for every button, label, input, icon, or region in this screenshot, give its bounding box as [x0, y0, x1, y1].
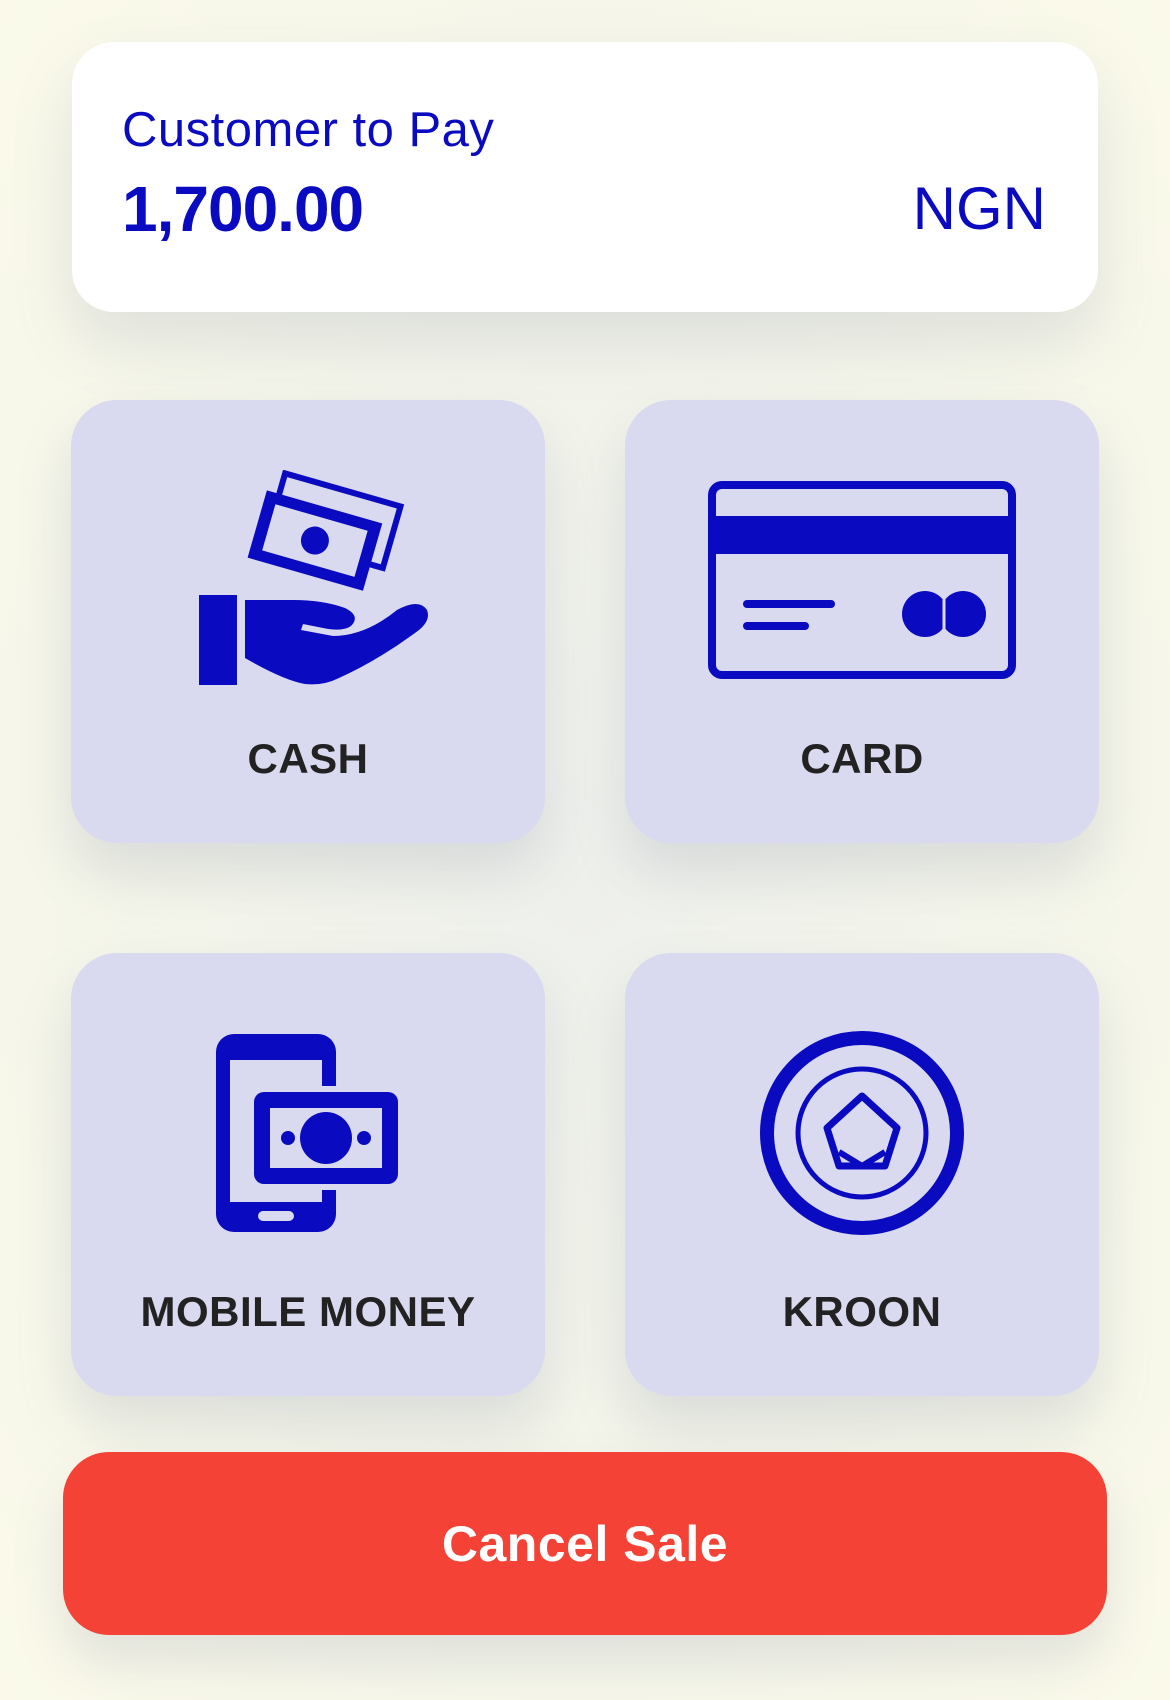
- amount-due-label: Customer to Pay: [122, 103, 495, 157]
- payment-method-card-label: CARD: [800, 735, 924, 782]
- payment-method-cash-label: CASH: [247, 735, 369, 782]
- cash-hand-icon: [71, 460, 545, 700]
- payment-method-kroon-label: KROON: [782, 1288, 942, 1335]
- amount-due-value: 1,700.00: [122, 173, 364, 245]
- mobile-money-icon: [71, 1013, 545, 1253]
- payment-method-cash[interactable]: CASH: [71, 400, 545, 843]
- cancel-sale-button[interactable]: Cancel Sale: [63, 1452, 1107, 1635]
- currency-code: NGN: [912, 175, 1046, 242]
- credit-card-icon: [625, 460, 1099, 700]
- payment-method-mobile-money[interactable]: MOBILE MONEY: [71, 953, 545, 1396]
- kroon-coin-icon: [625, 1013, 1099, 1253]
- payment-method-kroon[interactable]: KROON: [625, 953, 1099, 1396]
- amount-due-card: Customer to Pay 1,700.00 NGN: [72, 42, 1098, 312]
- payment-method-card[interactable]: CARD: [625, 400, 1099, 843]
- payment-method-mobile-money-label: MOBILE MONEY: [140, 1288, 476, 1335]
